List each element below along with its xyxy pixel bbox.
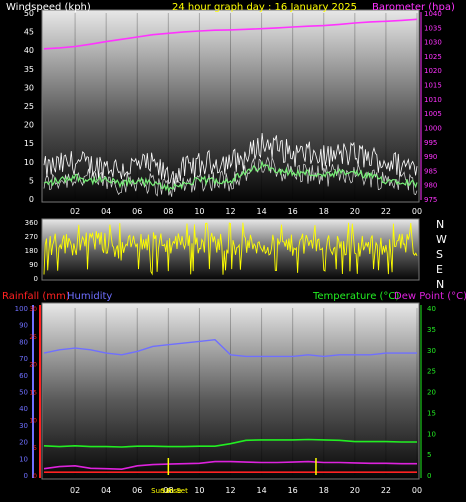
baro-tick-label: 990 [424,153,437,161]
rain-tick-label: 0 [33,473,37,480]
humidity-tick-label: 80 [19,338,28,346]
direction-tick-label: 90 [29,261,38,269]
wind-tick-label: 30 [24,83,34,92]
wind-x-tick-label: 22 [381,207,391,216]
wind-x-tick-label: 20 [350,207,360,216]
baro-tick-label: 995 [424,139,437,147]
baro-tick-label: 975 [424,196,437,204]
wind-x-tick-label: 16 [288,207,298,216]
wind-x-tick-label: 02 [70,207,80,216]
baro-tick-label: 1040 [424,10,442,18]
compass-n-bottom: N [436,278,444,291]
humidity-tick-label: 40 [19,405,28,413]
wind-x-tick-label: 08 [163,207,173,216]
temp-tick-label: 5 [427,451,431,459]
rain-tick-label: 15 [29,390,37,397]
humidity-tick-label: 0 [24,472,28,480]
rain-x-tick-label: 04 [101,486,111,495]
baro-tick-label: 1035 [424,24,442,32]
wind-tick-label: 15 [24,139,34,148]
temp-tick-label: 15 [427,409,436,417]
rain-x-tick-label: 12 [225,486,235,495]
legend-rainfall: Rainfall (mm) [2,291,70,302]
humidity-tick-label: 10 [19,455,28,463]
wind-tick-label: 35 [24,65,34,74]
humidity-tick-label: 50 [19,389,28,397]
wind-tick-label: 45 [24,28,34,37]
wind-x-tick-label: 00 [412,207,422,216]
barometer-label: Barometer (hpa) [372,2,455,13]
wind-x-tick-label: 04 [101,207,111,216]
temp-tick-label: 25 [427,368,436,376]
rain-x-tick-label: 14 [256,486,266,495]
rain-tick-label: 10 [29,417,37,424]
temp-tick-label: 10 [427,430,436,438]
baro-tick-label: 985 [424,167,437,175]
wind-x-tick-label: 18 [319,207,329,216]
compass-n-top: N [436,218,444,231]
rain-x-tick-label: 20 [350,486,360,495]
baro-tick-label: 1030 [424,39,442,47]
baro-tick-label: 1005 [424,110,442,118]
rain-tick-label: 25 [29,334,37,341]
baro-tick-label: 1020 [424,67,442,75]
temp-tick-label: 35 [427,326,436,334]
wind-x-tick-label: 12 [225,207,235,216]
legend-dewpoint: Dew Point (°C) [394,291,466,302]
wind-tick-label: 40 [24,46,34,55]
legend-humidity: Humidity [67,291,112,302]
humidity-tick-label: 20 [19,439,28,447]
rain-x-tick-label: 16 [288,486,298,495]
rain-x-tick-label: 02 [70,486,80,495]
temp-tick-label: 30 [427,347,436,355]
direction-tick-label: 360 [25,219,38,227]
baro-tick-label: 1025 [424,53,442,61]
wind-tick-label: 0 [29,195,34,204]
baro-tick-label: 1010 [424,96,442,104]
temp-tick-label: 40 [427,305,436,313]
graph-title: 24 hour graph day : 16 January 2025 [172,2,357,13]
legend-temperature: Temperature (°C) [312,291,399,302]
wind-x-tick-label: 14 [256,207,266,216]
baro-tick-label: 1015 [424,82,442,90]
sunset-label: Sun Set [161,487,188,495]
humidity-tick-label: 60 [19,372,28,380]
rain-x-tick-label: 06 [132,486,142,495]
wind-x-tick-label: 06 [132,207,142,216]
rain-tick-label: 20 [29,362,37,369]
humidity-tick-label: 70 [19,355,28,363]
direction-tick-label: 180 [25,247,38,255]
rain-x-tick-label: 10 [194,486,204,495]
compass-labels: N W S E N [436,218,447,291]
wind-x-tick-label: 10 [194,207,204,216]
temp-tick-label: 20 [427,389,436,397]
rain-x-tick-label: 00 [412,486,422,495]
wind-tick-label: 20 [24,121,34,130]
rain-x-tick-label: 18 [319,486,329,495]
humidity-tick-label: 90 [19,322,28,330]
wind-tick-label: 50 [24,9,34,18]
rain-tick-label: 5 [33,445,37,452]
direction-tick-label: 270 [25,233,38,241]
windspeed-label: Windspeed (kph) [6,2,91,13]
rain-x-tick-label: 22 [381,486,391,495]
wind-tick-label: 5 [29,176,34,185]
direction-tick-label: 0 [34,275,38,283]
compass-s: S [436,248,443,261]
humidity-tick-label: 100 [15,305,28,313]
humidity-tick-label: 30 [19,422,28,430]
compass-e: E [436,263,443,276]
rain-tick-label: 30 [29,306,37,313]
wind-tick-label: 25 [24,102,34,111]
wind-tick-label: 10 [24,158,34,167]
compass-w: W [436,233,447,246]
baro-tick-label: 1000 [424,124,442,132]
baro-tick-label: 980 [424,182,437,190]
temp-tick-label: 0 [427,472,431,480]
weather-graph: Windspeed (kph) 24 hour graph day : 16 J… [0,0,466,498]
